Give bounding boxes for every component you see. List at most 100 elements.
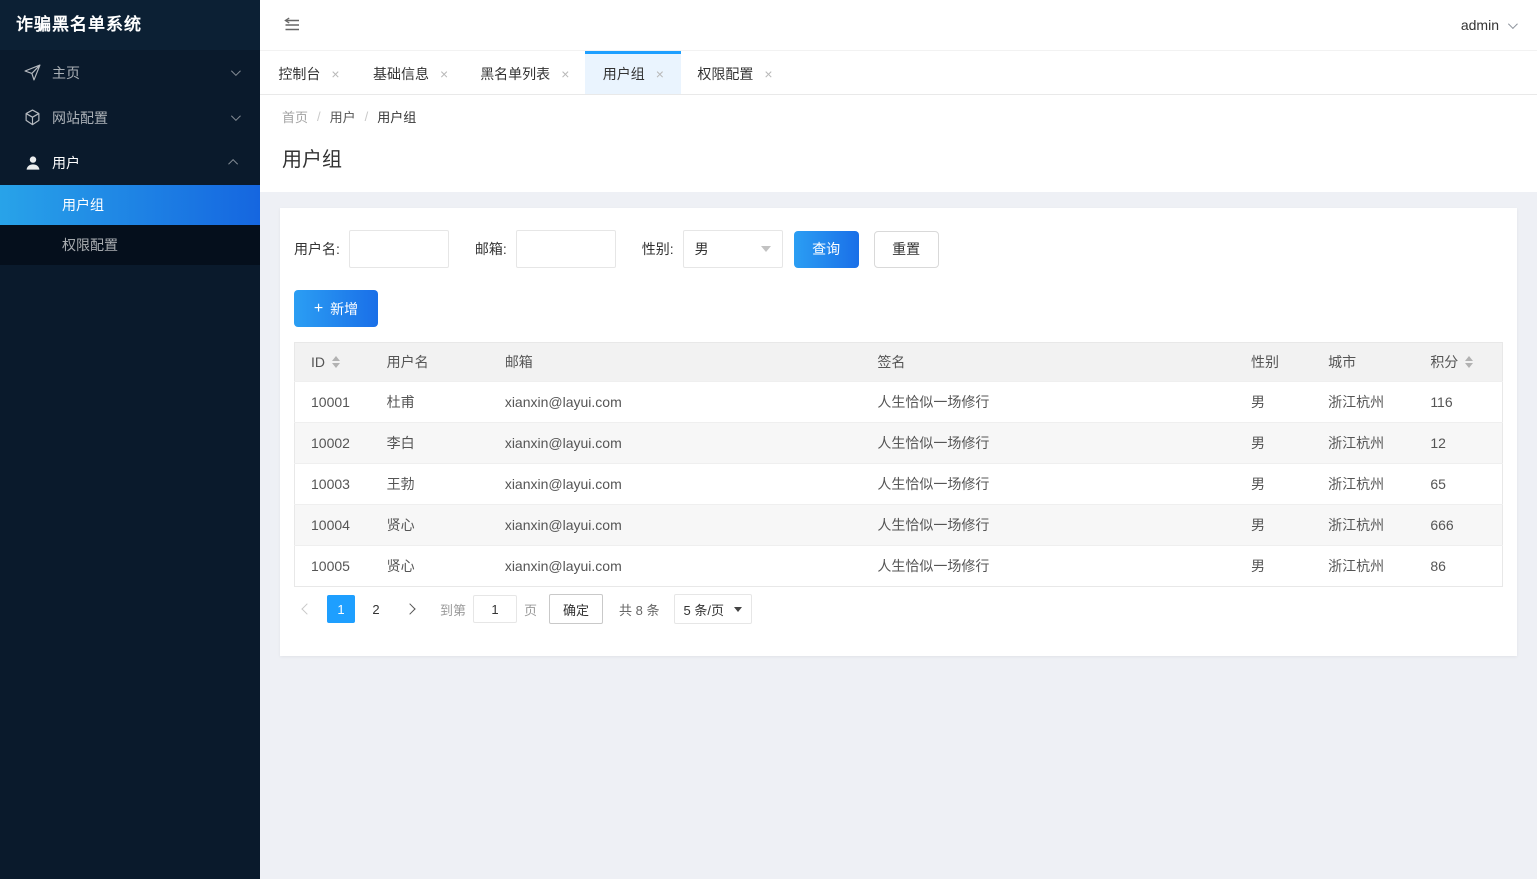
top-header: admin [260, 0, 1537, 50]
cell-score: 116 [1418, 381, 1503, 423]
cell-city: 浙江杭州 [1316, 381, 1419, 423]
page-title: 用户组 [282, 149, 342, 171]
sidebar-submenu-user: 用户组 权限配置 [0, 185, 260, 265]
reset-button[interactable]: 重置 [873, 230, 939, 268]
sidebar-item-home[interactable]: 主页 [0, 50, 260, 95]
sort-icon[interactable] [1465, 356, 1474, 368]
main-area: admin 控制台 × 基础信息 × 黑名单列表 × 用户组 × 权限配置 × … [260, 0, 1537, 879]
column-header-city: 城市 [1316, 342, 1419, 382]
cell-email: xianxin@layui.com [492, 381, 866, 423]
tab-label: 黑名单列表 [480, 66, 551, 82]
chevron-down-icon [733, 606, 742, 612]
cell-gender: 男 [1239, 504, 1317, 546]
chevron-up-icon [228, 158, 239, 169]
plus-icon: + [313, 299, 324, 317]
cell-id: 10004 [294, 504, 375, 546]
sidebar-item-permission-config[interactable]: 权限配置 [0, 225, 260, 265]
tab-user-group[interactable]: 用户组 × [585, 51, 682, 94]
tab-label: 控制台 [278, 66, 321, 82]
table-row: 10005 贤心 xianxin@layui.com 人生恰似一场修行 男 浙江… [294, 545, 1503, 587]
prev-page-button[interactable] [294, 595, 320, 623]
breadcrumb-home[interactable]: 首页 [282, 107, 308, 126]
email-label: 邮箱: [474, 241, 507, 257]
goto-page-input[interactable] [473, 595, 518, 623]
send-icon [24, 64, 41, 81]
tab-label: 用户组 [602, 66, 645, 82]
next-page-button[interactable] [397, 595, 423, 623]
user-table: ID 用户名 邮箱 签名 性别 城市 积分 10001 杜甫 xianxin@l… [294, 342, 1503, 587]
username-input[interactable] [348, 230, 449, 268]
username-label: 用户名: [294, 241, 340, 257]
user-group-card: 用户名: 邮箱: 性别: 男 查询 重置 + 新增 ID 用户名 邮箱 签名 性… [280, 208, 1517, 656]
tab-blacklist[interactable]: 黑名单列表 × [464, 51, 585, 94]
cell-score: 65 [1418, 463, 1503, 505]
close-icon[interactable]: × [561, 67, 569, 81]
column-header-id[interactable]: ID [294, 342, 375, 382]
page-number-1[interactable]: 1 [327, 595, 355, 623]
table-row: 10003 王勃 xianxin@layui.com 人生恰似一场修行 男 浙江… [294, 463, 1503, 505]
pagination: 1 2 到第 页 确定 共 8 条 5 条/页 [294, 594, 1503, 624]
cell-gender: 男 [1239, 545, 1317, 587]
chevron-down-icon [760, 246, 771, 252]
sidebar-item-label: 主页 [52, 64, 80, 81]
breadcrumb-current: 用户组 [377, 110, 417, 125]
username-label: admin [1460, 17, 1499, 33]
table-header: ID 用户名 邮箱 签名 性别 城市 积分 [294, 342, 1503, 382]
confirm-page-button[interactable]: 确定 [549, 594, 604, 624]
close-icon[interactable]: × [656, 67, 664, 81]
cell-email: xianxin@layui.com [492, 422, 866, 464]
sidebar-item-user[interactable]: 用户 [0, 140, 260, 185]
chevron-down-icon [230, 111, 241, 122]
add-button-label: 新增 [330, 300, 359, 317]
close-icon[interactable]: × [440, 67, 448, 81]
cube-icon [24, 109, 41, 126]
sidebar-item-site-config[interactable]: 网站配置 [0, 95, 260, 140]
column-header-score[interactable]: 积分 [1418, 342, 1503, 382]
breadcrumb-separator: / [317, 109, 321, 124]
cell-signature: 人生恰似一场修行 [865, 545, 1240, 587]
sidebar-nav: 主页 网站配置 用户 用户组 权限配置 [0, 50, 260, 265]
user-menu[interactable]: admin [1460, 17, 1518, 33]
close-icon[interactable]: × [331, 67, 339, 81]
sidebar-item-label: 用户 [52, 154, 80, 171]
content-area: 用户名: 邮箱: 性别: 男 查询 重置 + 新增 ID 用户名 邮箱 签名 性… [260, 192, 1537, 879]
cell-gender: 男 [1239, 381, 1317, 423]
cell-id: 10003 [294, 463, 375, 505]
app-root: 诈骗黑名单系统 主页 网站配置 用户 用户组 权限配置 admin 控制台 × … [0, 0, 1537, 879]
cell-gender: 男 [1239, 463, 1317, 505]
cell-username: 贤心 [374, 545, 493, 587]
per-page-select[interactable]: 5 条/页 [673, 594, 752, 624]
column-label: 积分 [1430, 354, 1459, 370]
search-button[interactable]: 查询 [793, 230, 859, 268]
column-header-signature: 签名 [865, 342, 1240, 382]
close-icon[interactable]: × [764, 67, 772, 81]
cell-signature: 人生恰似一场修行 [865, 504, 1240, 546]
table-row: 10002 李白 xianxin@layui.com 人生恰似一场修行 男 浙江… [294, 422, 1503, 464]
cell-username: 贤心 [374, 504, 493, 546]
chevron-right-icon [404, 603, 416, 615]
gender-label: 性别: [641, 241, 674, 257]
sort-icon[interactable] [332, 356, 340, 368]
tab-basic-info[interactable]: 基础信息 × [357, 51, 464, 94]
goto-page-label: 到第 [440, 602, 467, 618]
page-number-2[interactable]: 2 [362, 595, 390, 623]
tab-console[interactable]: 控制台 × [261, 51, 357, 94]
collapse-sidebar-icon[interactable] [282, 17, 302, 33]
tab-permission-config[interactable]: 权限配置 × [681, 51, 788, 94]
cell-signature: 人生恰似一场修行 [865, 381, 1240, 423]
user-icon [24, 154, 41, 171]
cell-username: 王勃 [374, 463, 493, 505]
sidebar: 诈骗黑名单系统 主页 网站配置 用户 用户组 权限配置 [0, 0, 260, 879]
cell-username: 李白 [374, 422, 493, 464]
cell-city: 浙江杭州 [1316, 463, 1419, 505]
breadcrumb-user[interactable]: 用户 [330, 107, 356, 126]
cell-score: 86 [1418, 545, 1503, 587]
sidebar-item-user-group[interactable]: 用户组 [0, 185, 260, 225]
page-head: 首页 / 用户 / 用户组 用户组 [260, 95, 1537, 192]
add-button[interactable]: + 新增 [294, 290, 378, 327]
column-header-gender: 性别 [1239, 342, 1317, 382]
cell-email: xianxin@layui.com [492, 463, 866, 505]
column-label: ID [311, 354, 325, 370]
email-input[interactable] [515, 230, 616, 268]
gender-select[interactable]: 男 [682, 230, 783, 268]
